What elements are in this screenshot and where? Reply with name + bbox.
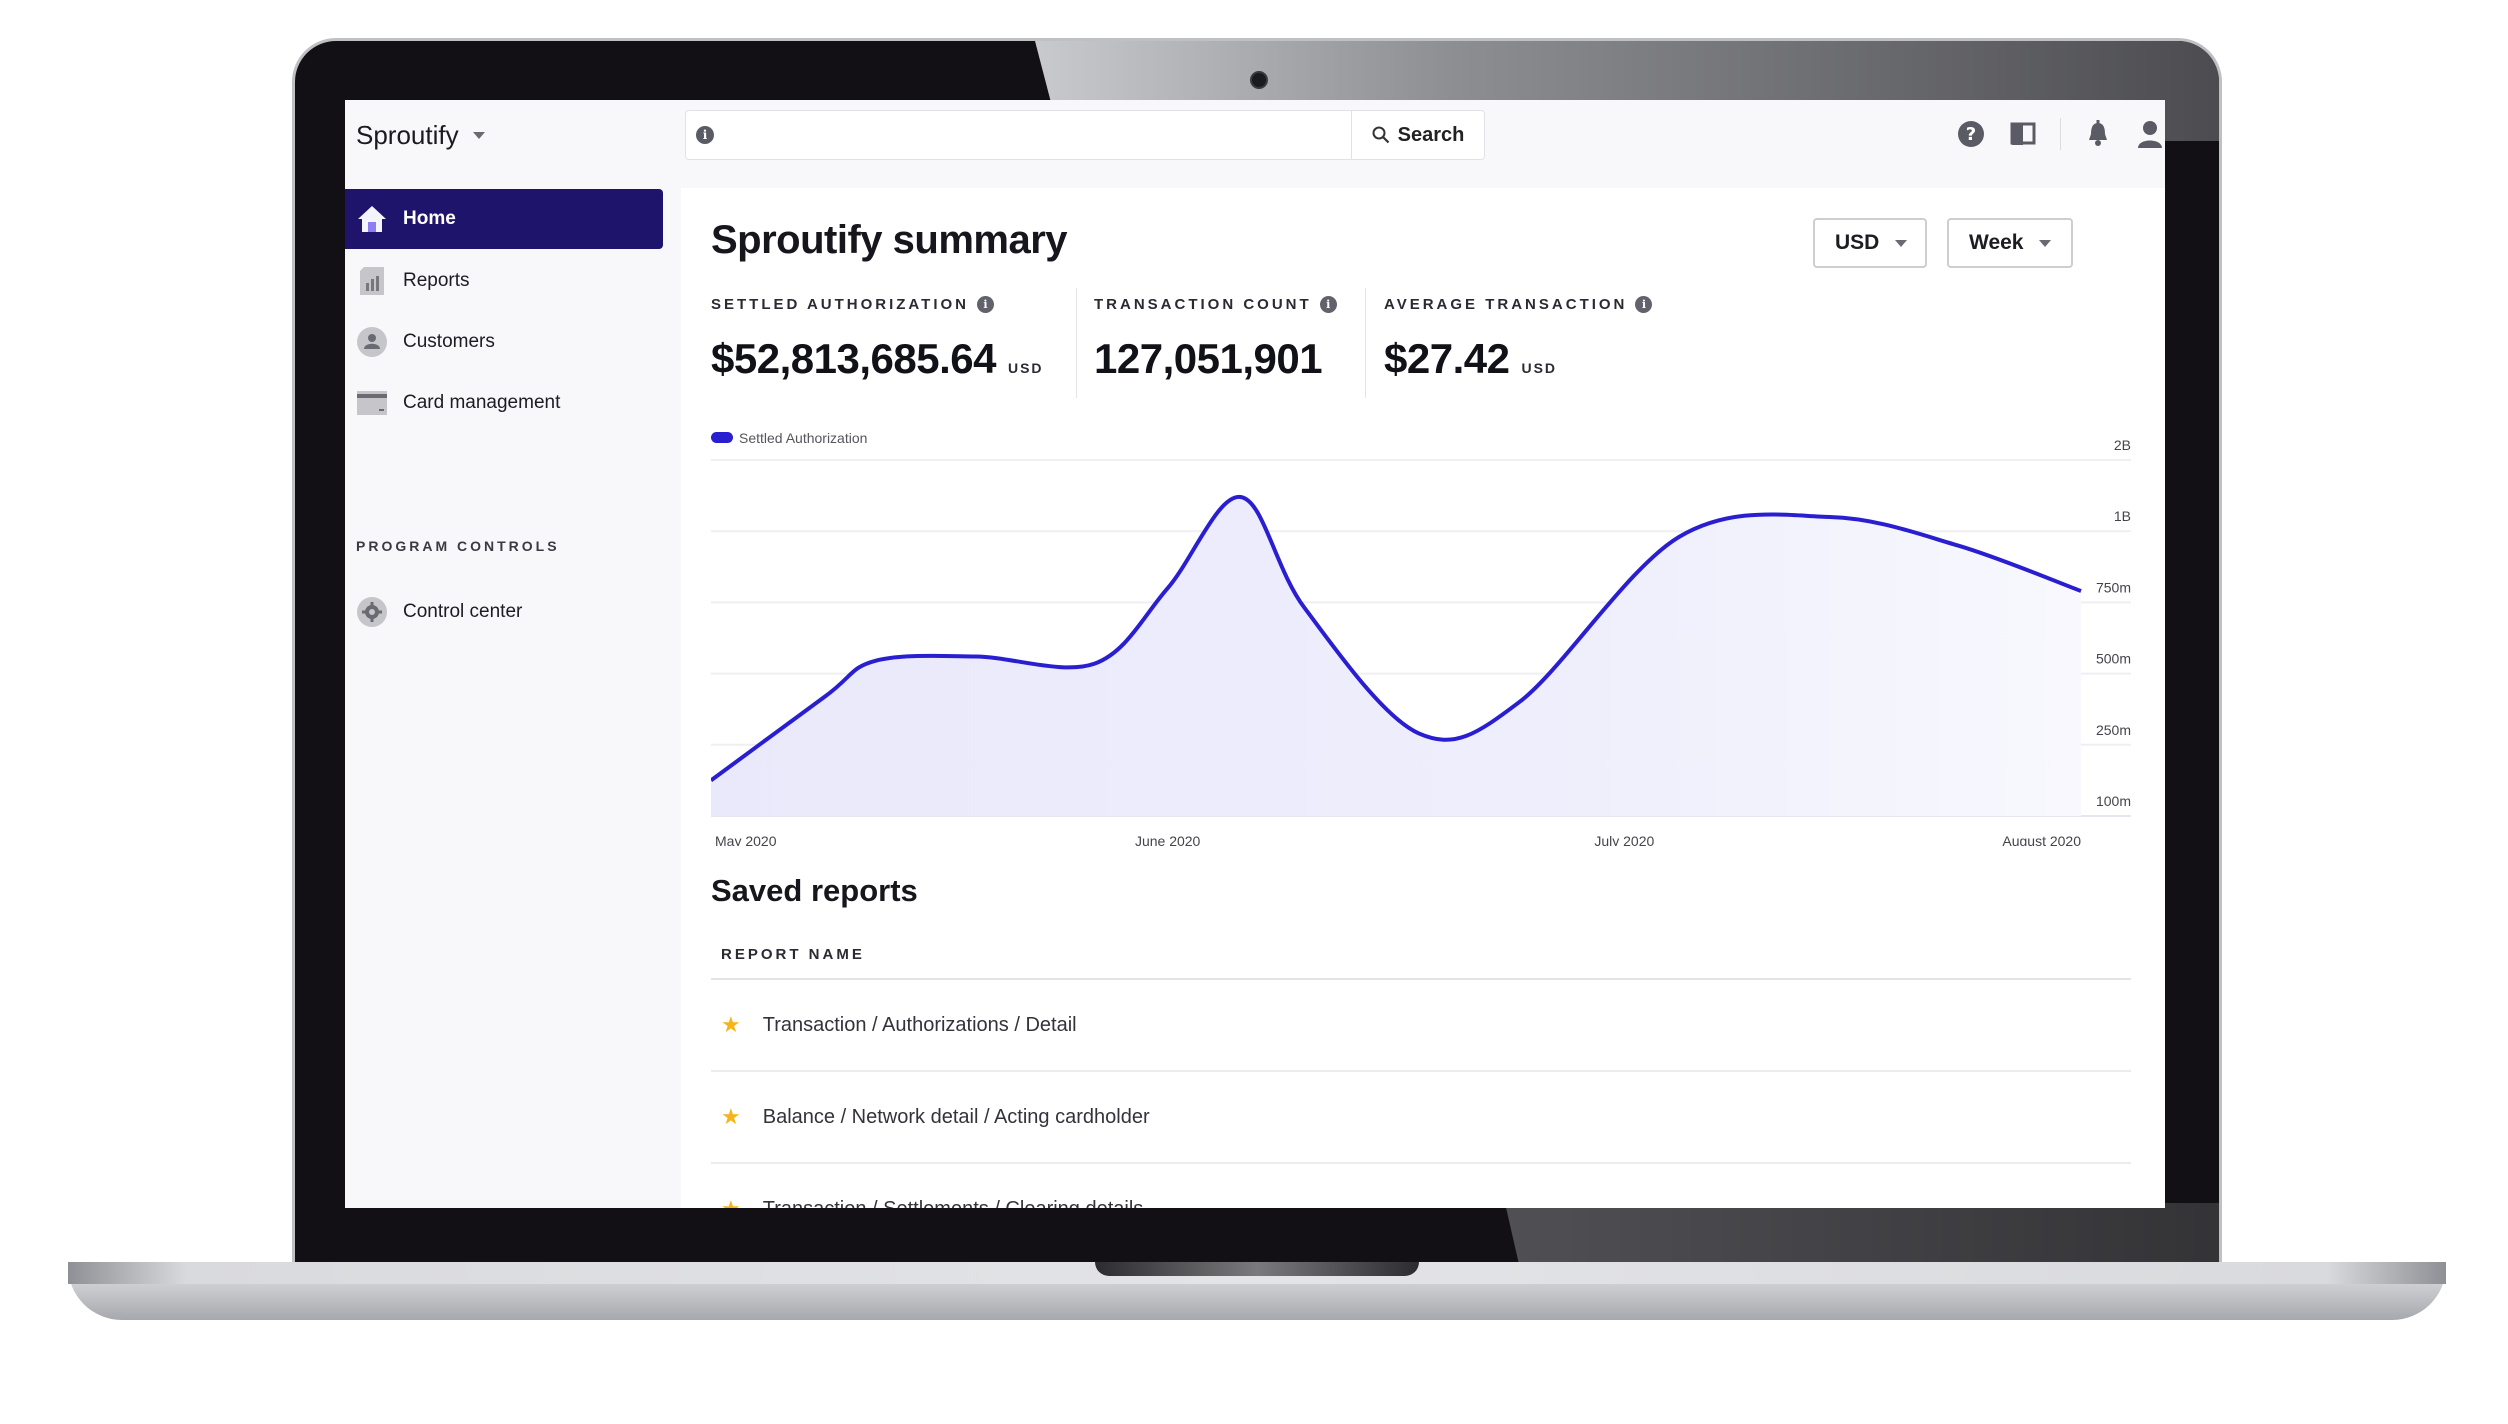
sidebar-item-control-center[interactable]: Control center — [345, 582, 663, 642]
metric-unit: USD — [1521, 360, 1558, 376]
camera-icon — [1250, 71, 1268, 89]
star-icon[interactable]: ★ — [721, 1196, 741, 1208]
app-screen: Sproutify i Search ? Home Reports Custom… — [345, 100, 2165, 1208]
legend-swatch — [711, 432, 733, 443]
metric-unit: USD — [1007, 360, 1044, 376]
metric-label-text: TRANSACTION COUNT — [1094, 296, 1312, 313]
search-icon — [1372, 126, 1389, 144]
x-tick-label: August 2020 — [2002, 833, 2081, 846]
info-icon[interactable]: i — [977, 296, 994, 313]
card-icon — [357, 388, 387, 418]
sidebar-item-label: Customers — [403, 331, 495, 352]
chevron-down-icon — [2039, 239, 2052, 247]
legend-label: Settled Authorization — [739, 430, 867, 446]
star-icon[interactable]: ★ — [721, 1012, 741, 1038]
metric-value-text: $27.42 — [1384, 335, 1510, 382]
x-tick-label: July 2020 — [1594, 833, 1654, 846]
gear-icon — [357, 597, 387, 627]
metric-value-text: 127,051,901 — [1094, 335, 1323, 382]
top-bar: Sproutify i Search ? — [345, 100, 2165, 188]
brand-name: Sproutify — [356, 120, 459, 150]
sidebar-item-label: Reports — [403, 270, 470, 291]
report-row[interactable]: ★ Transaction / Settlements / Clearing d… — [711, 1164, 2131, 1208]
help-icon[interactable]: ? — [1956, 119, 1986, 149]
screen-glare-bottom — [1505, 1203, 2219, 1265]
sidebar: Home Reports Customers Card management P… — [345, 188, 675, 1208]
sidebar-item-customers[interactable]: Customers — [345, 312, 663, 372]
metric-label-text: AVERAGE TRANSACTION — [1384, 296, 1628, 313]
metric-value: $27.42 USD — [1384, 335, 1652, 383]
divider — [1076, 288, 1077, 398]
sidebar-item-home[interactable]: Home — [345, 189, 663, 249]
sidebar-item-label: Control center — [403, 601, 523, 622]
x-tick-label: June 2020 — [1135, 833, 1201, 846]
info-icon[interactable]: i — [1635, 296, 1653, 313]
star-icon[interactable]: ★ — [721, 1104, 741, 1130]
book-icon[interactable] — [2008, 119, 2038, 149]
search-bar: i Search — [685, 110, 1485, 160]
metric-settled-authorization: SETTLED AUTHORIZATION i $52,813,685.64 USD — [711, 296, 1044, 383]
chevron-down-icon — [1895, 239, 1908, 247]
report-row[interactable]: ★ Balance / Network detail / Acting card… — [711, 1072, 2131, 1164]
period-dropdown[interactable]: Week — [1947, 218, 2073, 268]
currency-dropdown-value: USD — [1835, 231, 1880, 254]
search-button-label: Search — [1397, 123, 1465, 146]
y-tick-label: 250m — [2096, 722, 2131, 738]
bell-icon[interactable] — [2083, 119, 2113, 149]
metric-label: AVERAGE TRANSACTION i — [1384, 296, 1653, 313]
period-dropdown-value: Week — [1969, 231, 2024, 254]
home-icon — [357, 204, 387, 234]
metric-average-transaction: AVERAGE TRANSACTION i $27.42 USD — [1384, 296, 1653, 383]
page-title: Sproutify summary — [711, 218, 1068, 262]
sidebar-item-label: Home — [403, 208, 456, 229]
metric-label-text: SETTLED AUTHORIZATION — [711, 296, 969, 313]
metric-label: TRANSACTION COUNT i — [1094, 296, 1337, 313]
info-icon[interactable]: i — [696, 126, 714, 144]
report-name: Transaction / Settlements / Clearing det… — [763, 1198, 1144, 1209]
report-name: Balance / Network detail / Acting cardho… — [762, 1105, 1150, 1128]
main-content: Sproutify summary USD Week SETTLED AUTHO… — [681, 188, 2165, 1208]
report-row[interactable]: ★ Transaction / Authorizations / Detail — [711, 980, 2131, 1072]
sidebar-item-reports[interactable]: Reports — [345, 251, 663, 311]
y-tick-label: 500m — [2096, 651, 2131, 667]
metric-transaction-count: TRANSACTION COUNT i 127,051,901 — [1094, 296, 1337, 383]
svg-text:?: ? — [1966, 124, 1976, 145]
y-tick-label: 100m — [2096, 793, 2131, 809]
user-icon[interactable] — [2135, 119, 2165, 149]
section-label-program-controls: PROGRAM CONTROLS — [356, 538, 560, 554]
x-tick-label: May 2020 — [715, 833, 777, 846]
top-icons: ? — [1956, 118, 2165, 150]
metric-value: $52,813,685.64 USD — [711, 335, 1044, 383]
search-button[interactable]: Search — [1351, 111, 1484, 159]
divider — [2060, 118, 2061, 150]
metric-value-text: $52,813,685.64 — [711, 335, 996, 382]
y-tick-label: 750m — [2096, 579, 2131, 595]
settled-authorization-chart: Settled Authorization 2B 1B 750m 500m 250m 10… — [711, 426, 2151, 846]
report-name: Transaction / Authorizations / Detail — [762, 1013, 1077, 1036]
chevron-down-icon — [472, 132, 485, 139]
chart-svg: Settled Authorization 2B 1B 750m 500m 250m 10… — [711, 430, 2131, 846]
divider — [1365, 288, 1366, 398]
saved-reports-title: Saved reports — [711, 873, 918, 908]
currency-dropdown[interactable]: USD — [1813, 218, 1927, 268]
brand-switcher[interactable]: Sproutify — [356, 120, 485, 151]
info-icon[interactable]: i — [1319, 296, 1337, 313]
y-tick-label: 2B — [2114, 437, 2131, 453]
sidebar-item-card-management[interactable]: Card management — [345, 373, 663, 433]
reports-table-header: REPORT NAME — [711, 940, 2131, 980]
customers-icon — [357, 327, 387, 357]
reports-icon — [357, 266, 387, 296]
metric-value: 127,051,901 — [1094, 335, 1337, 383]
y-tick-label: 1B — [2114, 508, 2131, 524]
metric-label: SETTLED AUTHORIZATION i — [711, 296, 1044, 313]
laptop-notch — [1095, 1262, 1419, 1276]
column-header-report-name[interactable]: REPORT NAME — [721, 946, 865, 963]
sidebar-item-label: Card management — [403, 392, 561, 413]
